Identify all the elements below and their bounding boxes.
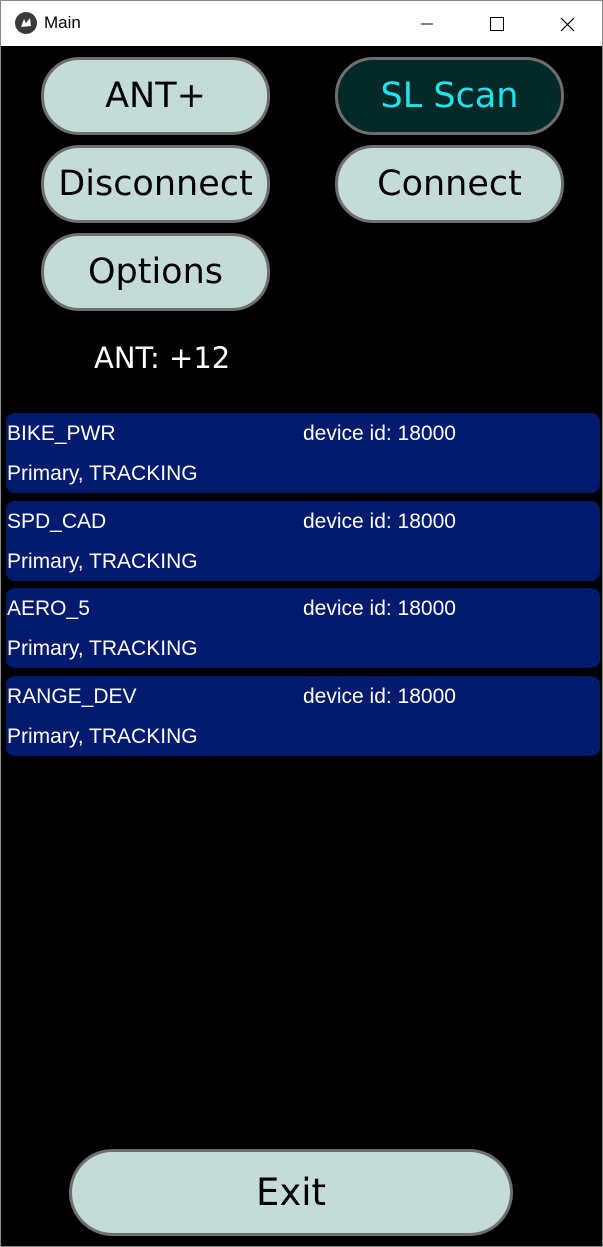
device-row[interactable]: AERO_5 device id: 18000 Primary, TRACKIN… (6, 588, 600, 668)
device-id: device id: 18000 (303, 597, 456, 620)
ant-plus-button[interactable]: ANT+ (41, 57, 270, 135)
device-list: BIKE_PWR device id: 18000 Primary, TRACK… (6, 413, 600, 763)
app-window: Main ANT+ SL Scan Disconnect Connect Opt… (0, 0, 603, 1247)
window-title: Main (44, 13, 81, 32)
device-row[interactable]: SPD_CAD device id: 18000 Primary, TRACKI… (6, 500, 600, 581)
device-name: SPD_CAD (7, 509, 107, 533)
options-button[interactable]: Options (41, 233, 270, 311)
kivy-app-icon (15, 12, 37, 34)
title-bar[interactable]: Main (1, 1, 602, 46)
device-state: Primary, TRACKING (7, 637, 198, 660)
exit-button[interactable]: Exit (69, 1149, 513, 1236)
device-row[interactable]: RANGE_DEV device id: 18000 Primary, TRAC… (6, 675, 600, 756)
disconnect-button[interactable]: Disconnect (41, 145, 270, 223)
connect-button[interactable]: Connect (335, 145, 564, 223)
minimize-button[interactable] (392, 1, 462, 46)
device-state: Primary, TRACKING (7, 549, 198, 573)
maximize-button[interactable] (462, 1, 532, 46)
ant-status-label: ANT: +12 (94, 341, 231, 375)
device-id: device id: 18000 (303, 422, 456, 445)
sl-scan-button[interactable]: SL Scan (335, 57, 564, 135)
device-state: Primary, TRACKING (7, 462, 198, 485)
device-state: Primary, TRACKING (7, 724, 198, 748)
maximize-icon (490, 17, 504, 31)
device-row[interactable]: BIKE_PWR device id: 18000 Primary, TRACK… (6, 413, 600, 493)
device-name: RANGE_DEV (7, 684, 137, 708)
device-id: device id: 18000 (303, 684, 456, 708)
device-name: BIKE_PWR (7, 422, 116, 445)
device-name: AERO_5 (7, 597, 90, 620)
close-button[interactable] (532, 1, 602, 46)
minimize-icon (421, 23, 433, 25)
close-icon (560, 17, 575, 32)
device-id: device id: 18000 (303, 509, 456, 533)
